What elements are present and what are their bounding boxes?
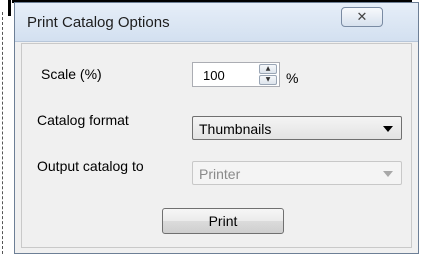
- output-catalog-label: Output catalog to: [37, 158, 144, 174]
- output-catalog-select: Printer: [192, 161, 402, 185]
- up-arrow-icon: ▲: [265, 65, 271, 72]
- scale-spin-buttons: ▲ ▼: [259, 64, 277, 85]
- window-title: Print Catalog Options: [27, 14, 170, 31]
- catalog-format-label: Catalog format: [37, 112, 129, 128]
- spin-down-button[interactable]: ▼: [259, 75, 277, 85]
- page-corner-mark: [8, 0, 11, 16]
- dialog-body: Scale (%) 100 ▲ ▼ % Catalog format Thumb…: [21, 43, 412, 248]
- output-catalog-value: Printer: [199, 166, 241, 182]
- spin-up-button[interactable]: ▲: [259, 64, 277, 74]
- close-icon: ✕: [356, 9, 368, 25]
- close-button[interactable]: ✕: [341, 7, 383, 27]
- chevron-down-icon: [383, 126, 393, 132]
- catalog-format-value: Thumbnails: [199, 121, 272, 137]
- page-left-guide: [2, 12, 3, 254]
- scale-value[interactable]: 100: [203, 68, 225, 83]
- scale-spinner[interactable]: 100 ▲ ▼: [192, 62, 280, 87]
- catalog-format-select[interactable]: Thumbnails: [192, 116, 402, 140]
- scale-unit: %: [286, 70, 299, 86]
- print-button[interactable]: Print: [162, 208, 284, 234]
- scale-label: Scale (%): [41, 66, 102, 82]
- title-bar: Print Catalog Options ✕: [15, 3, 418, 42]
- down-arrow-icon: ▼: [265, 76, 271, 83]
- chevron-down-icon: [383, 171, 393, 177]
- print-button-label: Print: [208, 213, 238, 229]
- print-catalog-options-dialog: Print Catalog Options ✕ Scale (%) 100 ▲ …: [14, 2, 419, 254]
